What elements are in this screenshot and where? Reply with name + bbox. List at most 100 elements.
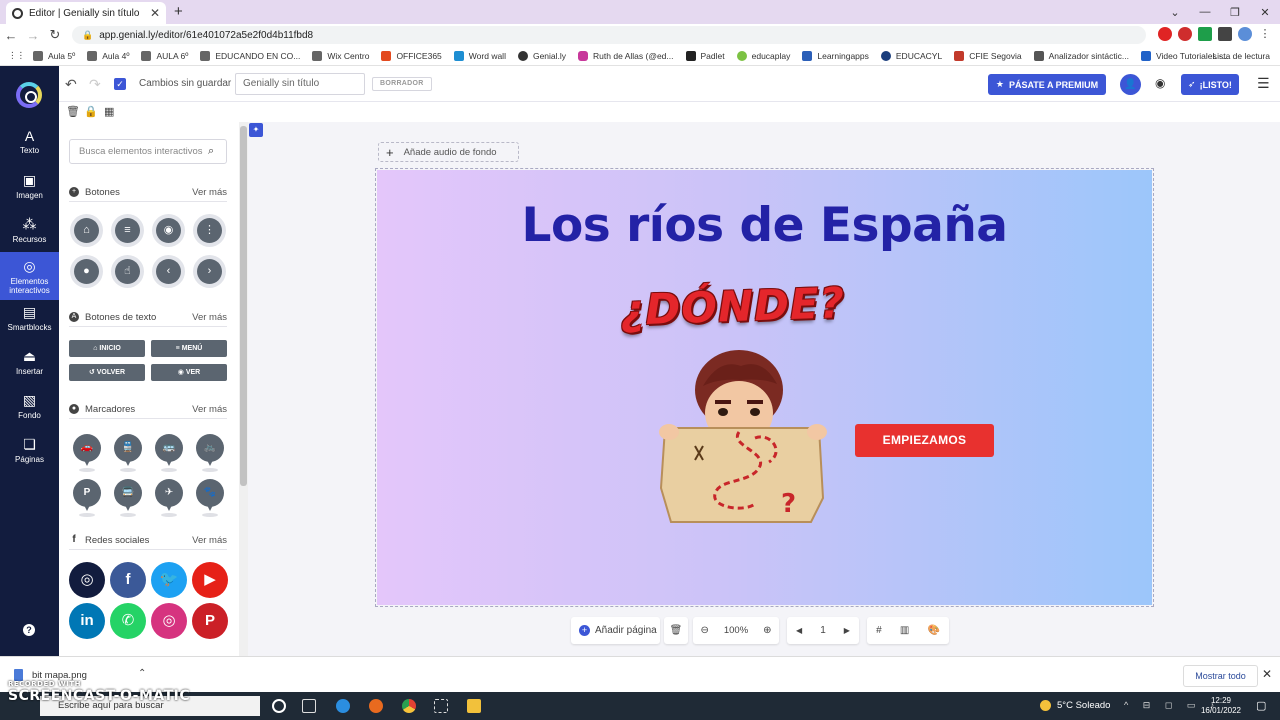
zoom-in-icon[interactable]: ⊕	[763, 625, 771, 636]
opera-extension-icon[interactable]	[1158, 27, 1172, 41]
file-explorer-icon[interactable]	[467, 699, 481, 713]
bitmoji-map-illustration[interactable]: ?	[659, 328, 829, 523]
sidebar-item-pages[interactable]: ❏ Páginas	[0, 436, 59, 464]
chevron-up-icon[interactable]: ⌃	[138, 668, 146, 679]
add-page-button[interactable]: + Añadir página	[571, 617, 660, 644]
genially-logo-icon[interactable]	[16, 82, 42, 108]
sidebar-item-interactive[interactable]: ◎ Elementos interactivos	[0, 252, 59, 300]
show-all-button[interactable]: Mostrar todo	[1183, 665, 1258, 687]
bookmark-item[interactable]: Analizador sintáctic...	[1033, 50, 1129, 61]
browser-tab[interactable]: Editor | Genially sin título ✕	[6, 2, 166, 24]
sheets-extension-icon[interactable]	[1198, 27, 1212, 41]
bus-marker[interactable]: 🚌	[155, 434, 183, 472]
grid-icon[interactable]: #	[876, 625, 882, 636]
profile-avatar[interactable]	[1238, 27, 1252, 41]
see-more-link[interactable]: Ver más	[192, 187, 227, 198]
url-field[interactable]: 🔒 app.genial.ly/editor/61e401072a5e2f0d4…	[72, 26, 1146, 44]
sidebar-item-smartblocks[interactable]: ▤ Smartblocks	[0, 304, 59, 332]
restore-icon[interactable]: ❐	[1220, 6, 1250, 19]
genially-social-icon[interactable]: ◎	[69, 562, 105, 598]
reload-icon[interactable]: ↻	[44, 27, 66, 43]
slide-canvas[interactable]: Los ríos de España ¿DÓNDE? ? EMPIEZAMOS	[375, 168, 1154, 607]
location-round-button[interactable]: ●	[70, 255, 103, 288]
prev-page-icon[interactable]: ◀	[796, 626, 802, 635]
back-icon[interactable]: ←	[0, 28, 22, 43]
instagram-icon[interactable]: ◎	[151, 603, 187, 639]
bookmark-item[interactable]: Genial.ly	[517, 50, 566, 61]
more-icon[interactable]: ⋮	[1258, 27, 1272, 41]
new-tab-icon[interactable]: +	[174, 3, 183, 20]
cortana-icon[interactable]	[272, 699, 286, 713]
text-button-view[interactable]: ◉ VER	[151, 364, 227, 381]
see-more-link[interactable]: Ver más	[192, 535, 227, 546]
start-button[interactable]: EMPIEZAMOS	[855, 424, 994, 457]
donde-title[interactable]: ¿DÓNDE?	[619, 278, 846, 335]
next-page-icon[interactable]: ▶	[844, 626, 850, 635]
snipping-icon[interactable]	[434, 699, 448, 713]
puzzle-icon[interactable]	[1218, 27, 1232, 41]
forward-icon[interactable]: →	[22, 28, 44, 43]
chrome-icon[interactable]	[402, 699, 416, 713]
close-window-icon[interactable]: ✕	[1250, 6, 1280, 19]
firefox-icon[interactable]	[369, 699, 383, 713]
palette-icon[interactable]: 🎨	[927, 625, 939, 636]
ready-button[interactable]: ➶ ¡LISTO!	[1181, 74, 1239, 95]
bookmark-item[interactable]: EDUCACYL	[880, 50, 942, 61]
slide-title[interactable]: Los ríos de España	[377, 198, 1152, 253]
next-round-button[interactable]: ›	[193, 255, 226, 288]
bookmark-item[interactable]: Padlet	[685, 50, 725, 61]
text-button-menu[interactable]: ≡ MENÚ	[151, 340, 227, 357]
minimize-icon[interactable]: —	[1190, 6, 1220, 18]
save-check-icon[interactable]: ✓	[114, 78, 126, 90]
car-marker[interactable]: 🚗	[73, 434, 101, 472]
bookmark-item[interactable]: Aula 4º	[87, 50, 129, 61]
see-more-link[interactable]: Ver más	[192, 312, 227, 323]
twitter-icon[interactable]: 🐦	[151, 562, 187, 598]
reading-list-link[interactable]: Lista de lectura	[1212, 51, 1270, 61]
grid-pattern-icon[interactable]: ▦	[104, 105, 114, 118]
menu-icon[interactable]: ☰	[1257, 75, 1270, 92]
preview-eye-icon[interactable]: ◉	[1155, 76, 1165, 90]
undo-icon[interactable]: ↶	[65, 76, 77, 93]
sidebar-item-image[interactable]: ▣ Imagen	[0, 172, 59, 200]
notifications-icon[interactable]: ▢	[1256, 699, 1266, 712]
lock-element-icon[interactable]: 🔒	[84, 105, 98, 118]
pet-marker[interactable]: 🐾	[196, 479, 224, 517]
split-view-icon[interactable]: ▥	[900, 625, 909, 636]
bookmark-item[interactable]: EDUCANDO EN CO...	[200, 50, 300, 61]
close-tab-icon[interactable]: ✕	[150, 6, 160, 20]
bookmark-item[interactable]: OFFICE365	[381, 50, 442, 61]
bike-marker[interactable]: 🚲	[196, 434, 224, 472]
train-marker[interactable]: 🚆	[114, 434, 142, 472]
close-downloads-icon[interactable]: ✕	[1262, 667, 1272, 681]
parking-marker[interactable]: P	[73, 479, 101, 517]
bookmark-item[interactable]: Aula 5º	[33, 50, 75, 61]
hand-round-button[interactable]: ☝	[111, 255, 144, 288]
pin-icon[interactable]: ✦	[249, 123, 263, 137]
sidebar-item-resources[interactable]: ⁂ Recursos	[0, 216, 59, 244]
home-round-button[interactable]: ⌂	[70, 214, 103, 247]
search-input[interactable]: Busca elementos interactivos	[69, 139, 227, 164]
eye-round-button[interactable]: ◉	[152, 214, 185, 247]
help-icon[interactable]: ?	[23, 624, 35, 636]
bookmark-item[interactable]: Word wall	[453, 50, 506, 61]
sidebar-item-insert[interactable]: ⏏ Insertar	[0, 348, 59, 376]
bookmark-item[interactable]: Learningapps	[802, 50, 869, 61]
plane-marker[interactable]: ✈	[155, 479, 183, 517]
pinterest-icon[interactable]: P	[192, 603, 228, 639]
youtube-icon[interactable]: ▶	[192, 562, 228, 598]
project-title-field[interactable]: Genially sin título	[235, 73, 365, 95]
edge-icon[interactable]	[336, 699, 350, 713]
chevron-down-icon[interactable]: ⌄	[1160, 6, 1190, 19]
search-icon[interactable]: ⌕	[208, 145, 214, 158]
clock[interactable]: 12:29 16/01/2022	[1198, 696, 1244, 716]
premium-button[interactable]: ★ PÁSATE A PREMIUM	[988, 74, 1106, 95]
panel-scroll-thumb[interactable]	[240, 126, 247, 486]
bookmark-item[interactable]: Wix Centro	[312, 50, 369, 61]
delete-page-button[interactable]: 🗑	[664, 617, 688, 644]
bookmark-item[interactable]: educaplay	[736, 50, 790, 61]
bookmark-item[interactable]: Ruth de Allas (@ed...	[578, 50, 674, 61]
redo-icon[interactable]: ↷	[89, 76, 101, 93]
weather-widget[interactable]: 5°C Soleado	[1040, 700, 1110, 711]
menu-round-button[interactable]: ≡	[111, 214, 144, 247]
